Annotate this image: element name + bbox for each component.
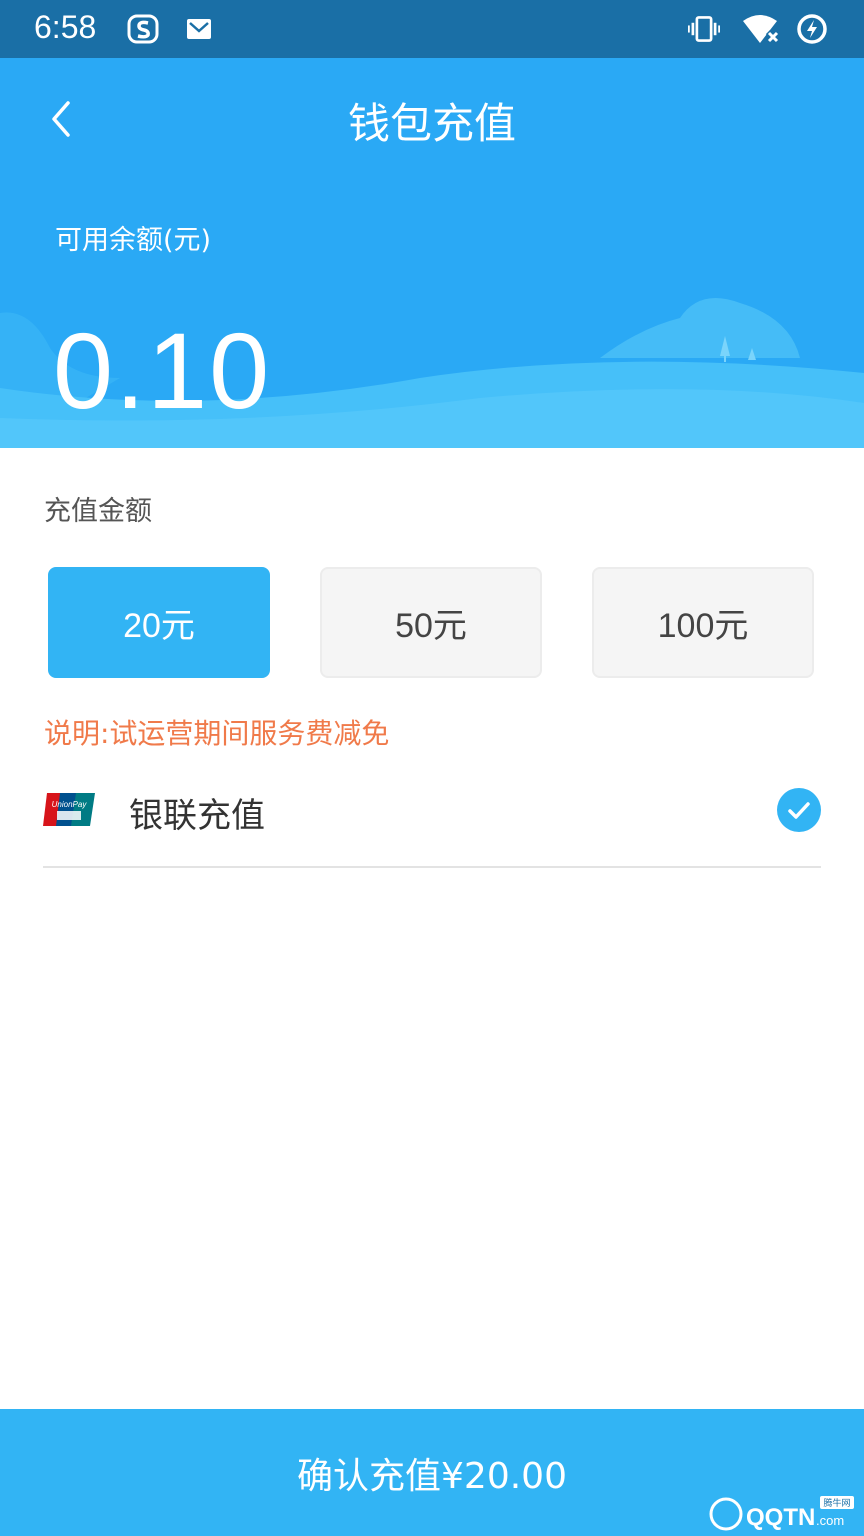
amount-option-50[interactable]: 50元	[320, 567, 542, 678]
balance-value: 0.10	[53, 310, 272, 431]
confirm-recharge-label: 确认充值¥20.00	[297, 1455, 567, 1497]
svg-text:QQTN: QQTN	[746, 1504, 815, 1531]
gmail-icon	[187, 19, 211, 39]
svg-text:.com: .com	[816, 1513, 844, 1528]
svg-text:UnionPay: UnionPay	[52, 800, 88, 809]
balance-label: 可用余额(元)	[55, 225, 212, 256]
wallet-header: 钱包充值 可用余额(元) 0.10	[0, 58, 864, 448]
amount-option-100[interactable]: 100元	[592, 567, 814, 678]
page-title: 钱包充值	[347, 99, 516, 148]
payment-method-label: 银联充值	[129, 796, 265, 836]
payment-method-unionpay[interactable]: UnionPay 银联充值	[43, 770, 821, 868]
amount-option-20[interactable]: 20元	[48, 567, 270, 678]
vibrate-icon	[688, 16, 720, 42]
recharge-amount-label: 充值金额	[44, 496, 152, 527]
status-time: 6:58	[34, 9, 97, 45]
service-fee-note: 说明:试运营期间服务费减免	[44, 717, 390, 750]
status-bar: 6:58	[0, 0, 864, 58]
sogou-icon	[127, 14, 159, 44]
selected-check-icon	[777, 788, 821, 832]
unionpay-icon: UnionPay	[43, 793, 95, 826]
battery-saver-icon	[797, 14, 827, 44]
svg-text:腾牛网: 腾牛网	[823, 1497, 850, 1509]
qqtn-watermark-logo: QQTN .com 腾牛网	[709, 1496, 854, 1531]
wifi-off-icon	[743, 15, 781, 45]
